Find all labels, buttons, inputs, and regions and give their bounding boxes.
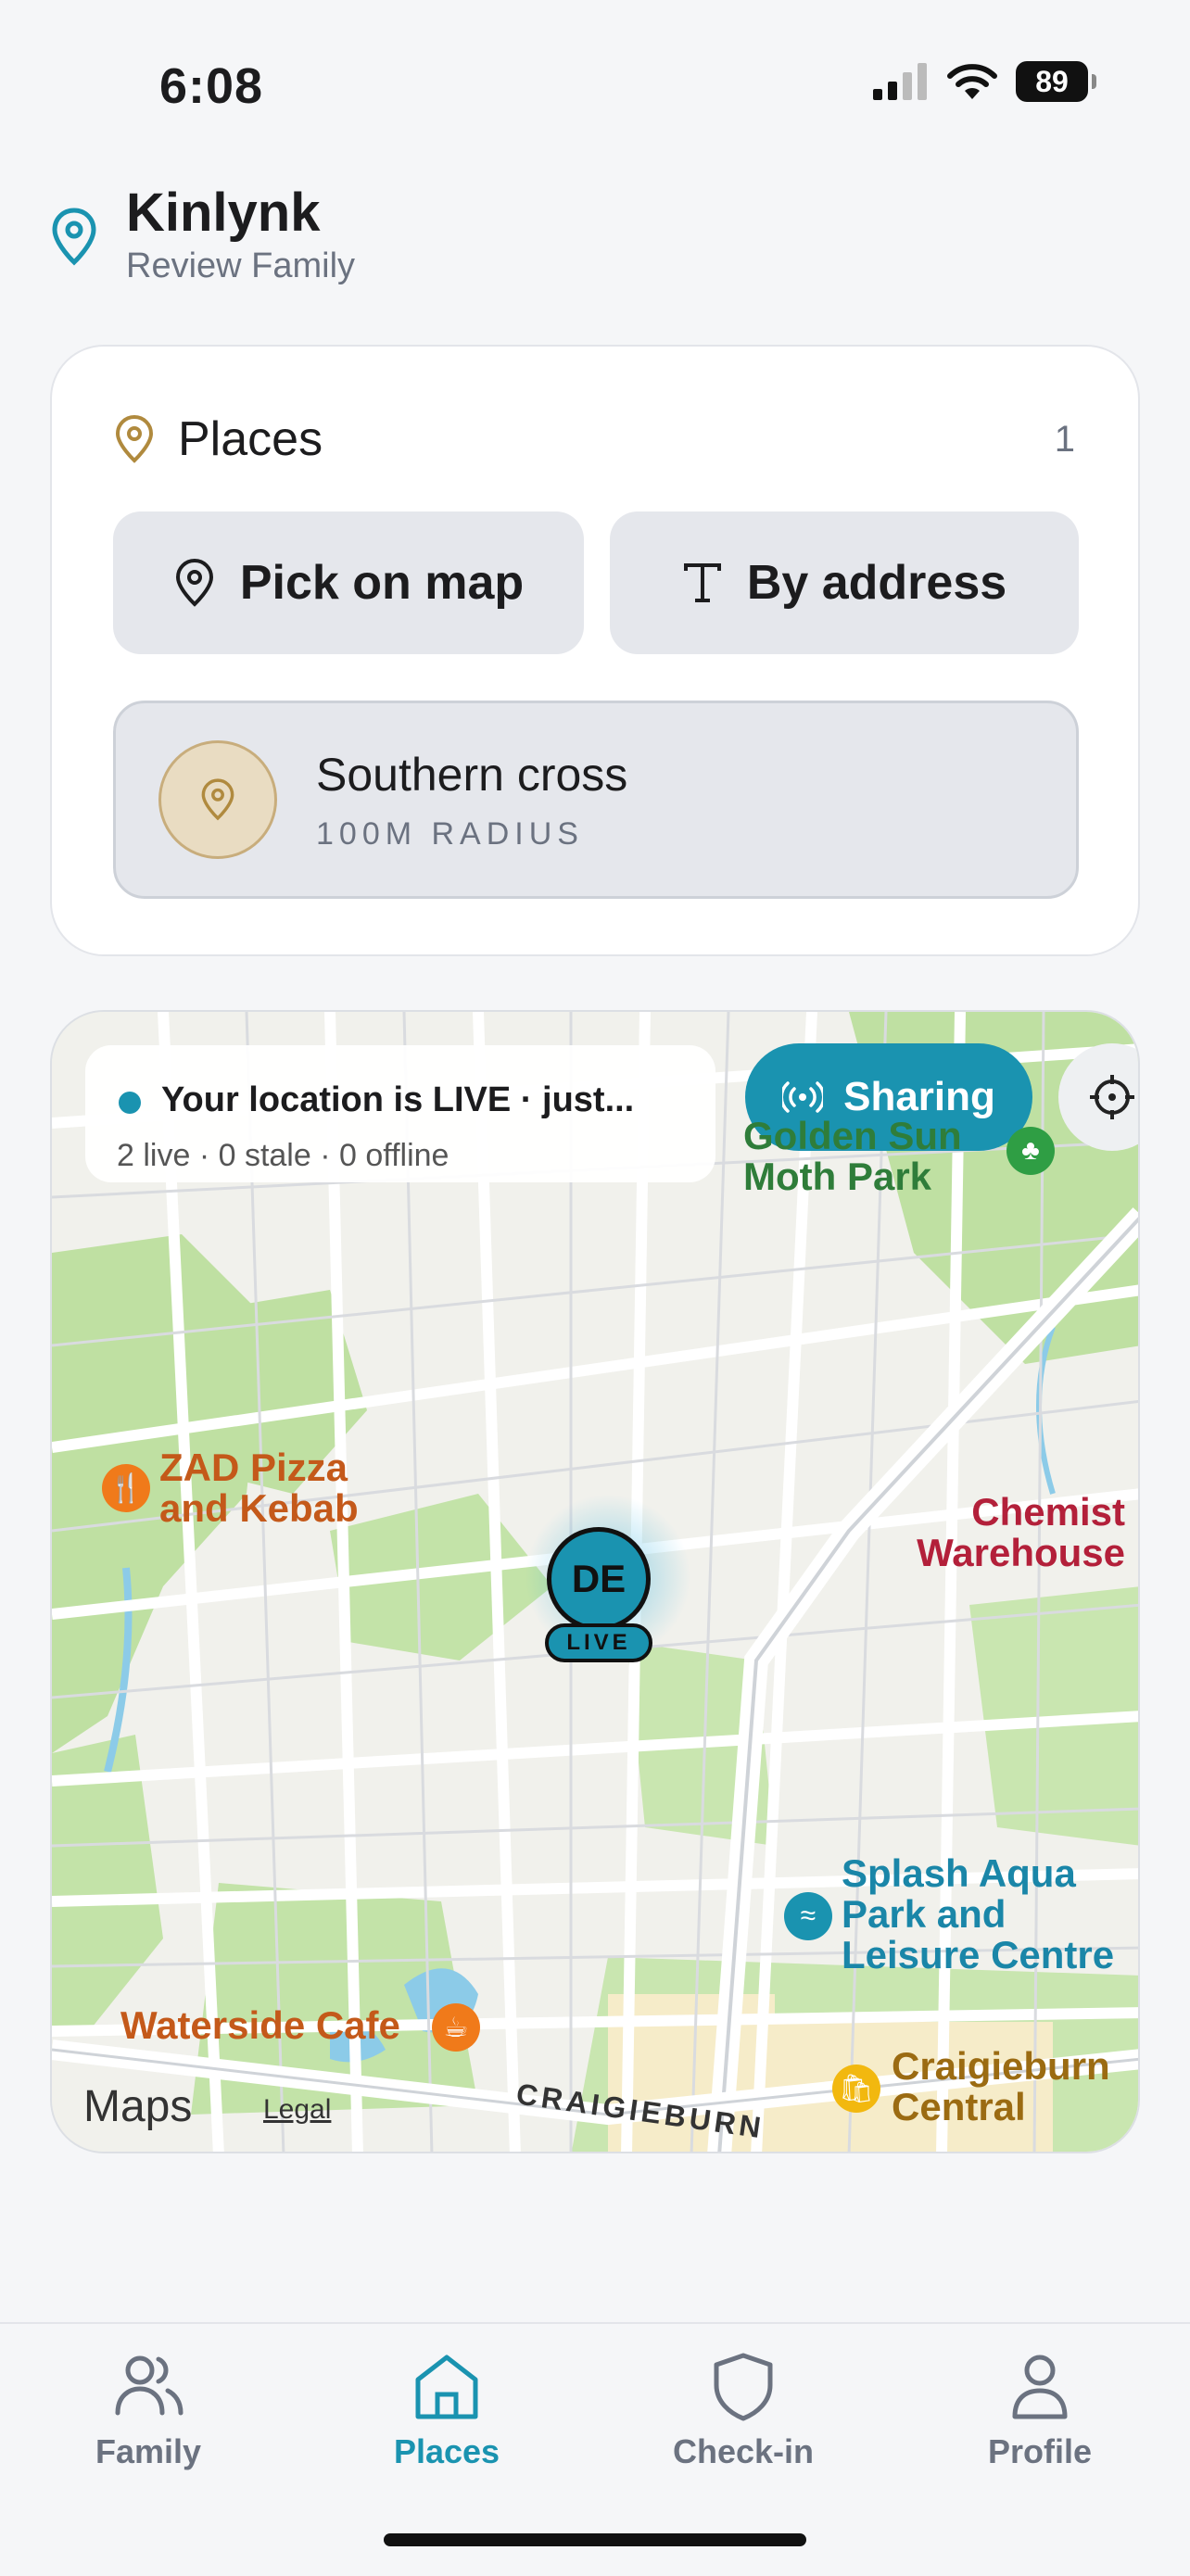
place-pin-icon (201, 778, 234, 821)
place-name: Southern cross (316, 749, 628, 801)
tab-label: Places (393, 2432, 500, 2470)
poi-golden-sun-moth-park[interactable]: Golden Sun Moth Park (743, 1116, 1049, 1197)
places-count: 1 (1054, 419, 1075, 460)
place-avatar (158, 740, 277, 859)
shield-icon (714, 2353, 773, 2421)
text-type-icon (683, 563, 721, 602)
by-address-label: By address (746, 556, 1007, 610)
poi-waterside-cafe[interactable]: Waterside Cafe (120, 2005, 400, 2046)
member-avatar-marker[interactable]: DE (547, 1527, 651, 1631)
status-time: 6:08 (159, 58, 264, 114)
places-title: Places (178, 412, 323, 466)
cafe-icon: ☕ (432, 2003, 480, 2052)
places-card: Places 1 Pick on map By address Southern… (50, 345, 1140, 956)
tab-family[interactable]: Family (56, 2350, 241, 2471)
swimming-icon: ≈ (784, 1892, 832, 1940)
place-pin-icon (115, 414, 154, 463)
shopping-icon: 🛍 (832, 2065, 880, 2113)
places-card-header: Places (113, 411, 323, 467)
family-icon (115, 2355, 184, 2416)
location-pin-icon (52, 208, 96, 266)
tab-check-in[interactable]: Check-in (651, 2350, 836, 2471)
cellular-signal-icon (873, 63, 927, 100)
apple-maps-logo: Maps (83, 2081, 192, 2132)
restaurant-icon: 🍴 (102, 1464, 150, 1512)
poi-label-line: Park and (842, 1892, 1006, 1936)
poi-craigieburn-central[interactable]: Craigieburn Central (892, 2046, 1110, 2128)
map-pin-icon (175, 558, 213, 607)
live-status-card: Your location is LIVE · just... 2 live ·… (85, 1045, 715, 1182)
tab-places[interactable]: Places (354, 2350, 539, 2471)
map-view[interactable]: Your location is LIVE · just... 2 live ·… (50, 1010, 1140, 2153)
status-bar: 6:08 89 (0, 0, 1190, 139)
broadcast-icon (782, 1081, 824, 1113)
status-icons: 89 (871, 61, 1096, 102)
live-status-text: Your location is LIVE · just... (161, 1080, 635, 1119)
park-icon: ♣ (1006, 1127, 1055, 1175)
family-name: Review Family (126, 246, 356, 285)
battery-indicator: 89 (1016, 61, 1096, 102)
live-badge: LIVE (545, 1623, 652, 1662)
home-icon (415, 2355, 478, 2419)
home-indicator (384, 2533, 806, 2546)
poi-label-line: Chemist (971, 1490, 1125, 1534)
poi-label-line: Craigieburn (892, 2044, 1110, 2088)
place-radius: 100M RADIUS (316, 816, 584, 852)
poi-splash-aqua-park[interactable]: Splash Aqua Park and Leisure Centre (842, 1853, 1114, 1976)
poi-label-line: Central (892, 2085, 1026, 2128)
poi-label-line: Splash Aqua (842, 1851, 1076, 1895)
tab-label: Family (95, 2432, 202, 2470)
live-stats: 2 live · 0 stale · 0 offline (117, 1138, 449, 1173)
poi-label-line: ZAD Pizza (159, 1446, 348, 1489)
tab-label: Profile (987, 2432, 1093, 2470)
poi-label-line: Leisure Centre (842, 1933, 1115, 1976)
poi-label: Waterside Cafe (120, 2003, 400, 2047)
pick-on-map-label: Pick on map (239, 556, 525, 610)
pick-on-map-button[interactable]: Pick on map (113, 511, 584, 654)
poi-zad-pizza[interactable]: ZAD Pizza and Kebab (159, 1447, 359, 1529)
maps-brand: Maps (83, 2082, 193, 2131)
live-dot (119, 1092, 141, 1114)
crosshair-icon (1090, 1075, 1134, 1119)
tab-label: Check-in (672, 2432, 815, 2470)
by-address-button[interactable]: By address (610, 511, 1079, 654)
app-title: Kinlynk (126, 183, 321, 243)
wifi-icon (947, 64, 997, 99)
legal-link[interactable]: Legal (263, 2094, 331, 2126)
poi-chemist-warehouse[interactable]: Chemist Warehouse (903, 1492, 1125, 1573)
person-icon (1012, 2355, 1068, 2419)
place-item[interactable]: Southern cross 100M RADIUS (113, 701, 1079, 899)
poi-label-line: and Kebab (159, 1486, 359, 1530)
app-header: Kinlynk Review Family (48, 181, 355, 286)
tab-profile[interactable]: Profile (947, 2350, 1133, 2471)
poi-label-line: Warehouse (917, 1531, 1125, 1574)
poi-label: Golden Sun Moth Park (743, 1114, 962, 1198)
